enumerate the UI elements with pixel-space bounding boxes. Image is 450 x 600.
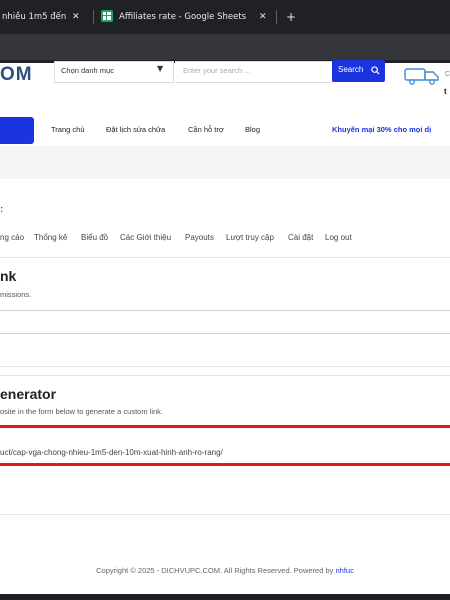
truck-icon <box>404 68 439 85</box>
chevron-down-icon: ▼ <box>157 64 164 73</box>
generated-link-input[interactable]: uct/cap-vga-chong-nhieu-1m5-den-10m-xuat… <box>0 448 223 457</box>
browser-tab-2[interactable]: Affiliates rate - Google Sheets <box>119 6 246 28</box>
search-button-label: Search <box>338 65 364 74</box>
generator-section-title: enerator <box>0 386 57 402</box>
promo-link[interactable]: Khuyến mại 30% cho mọi dị <box>332 125 431 134</box>
affiliate-menu-stats[interactable]: Thống kê <box>34 233 67 242</box>
nav-item-booking[interactable]: Đặt lịch sửa chữa <box>106 125 165 134</box>
generator-section-description: osite in the form below to generate a cu… <box>0 407 164 416</box>
divider <box>0 257 450 258</box>
affiliate-menu-logout[interactable]: Log out <box>325 233 352 242</box>
bottom-bar <box>0 594 450 600</box>
tab-separator <box>93 10 94 24</box>
footer-copyright: Copyright © 2025 - DICHVUPC.COM. All Rig… <box>0 566 450 575</box>
divider <box>0 375 450 376</box>
browser-toolbar <box>0 34 450 62</box>
referral-url-field[interactable] <box>0 310 450 311</box>
affiliate-menu-referrals[interactable]: Các Giới thiệu <box>120 233 171 242</box>
browser-tab-1-title: nhiều 1m5 đến <box>2 12 67 22</box>
search-placeholder: Enter your search ... <box>183 66 251 75</box>
site-logo[interactable]: OM <box>0 64 33 86</box>
link-section-description: missions. <box>0 290 32 299</box>
category-select-label: Chọn danh mục <box>61 66 114 75</box>
search-button[interactable]: Search <box>332 60 385 82</box>
browser-tab-2-title: Affiliates rate - Google Sheets <box>119 12 247 22</box>
nav-item-blog[interactable]: Blog <box>245 125 260 134</box>
affiliate-menu-payouts[interactable]: Payouts <box>185 233 214 242</box>
sheets-icon <box>101 10 113 22</box>
affiliate-menu-settings[interactable]: Cài đặt <box>288 233 313 242</box>
footer-powered-link[interactable]: nhfuc <box>336 566 354 575</box>
affiliate-menu-charts[interactable]: Biểu đồ <box>81 233 108 242</box>
tab-2-close-icon[interactable]: ✕ <box>259 6 267 28</box>
truck-text: t <box>444 87 447 96</box>
footer-text: Copyright © 2025 - DICHVUPC.COM. All Rig… <box>96 566 336 575</box>
categories-menu-button[interactable] <box>0 117 34 144</box>
tab-1-close-icon[interactable]: ✕ <box>72 6 80 28</box>
nav-item-home[interactable]: Trang chủ <box>51 125 85 134</box>
affiliate-menu-ads[interactable]: ng cáo <box>0 233 24 242</box>
divider <box>0 514 450 515</box>
truck-caption: C <box>445 71 450 78</box>
new-tab-icon[interactable]: + <box>286 6 296 28</box>
page-heading-fragment: : <box>0 204 4 215</box>
tab-separator <box>276 10 277 24</box>
browser-tab-1[interactable]: nhiều 1m5 đến <box>2 6 66 28</box>
link-section-title: nk <box>0 268 17 284</box>
highlight-annotation-bottom <box>0 463 450 466</box>
affiliate-menu-visits[interactable]: Lượt truy cập <box>226 233 274 242</box>
divider <box>0 366 450 367</box>
search-icon <box>371 66 380 75</box>
highlight-annotation-top <box>0 425 450 428</box>
breadcrumb-band <box>0 146 450 179</box>
field-border <box>0 333 450 334</box>
nav-item-support[interactable]: Cần hỗ trợ <box>188 125 224 134</box>
